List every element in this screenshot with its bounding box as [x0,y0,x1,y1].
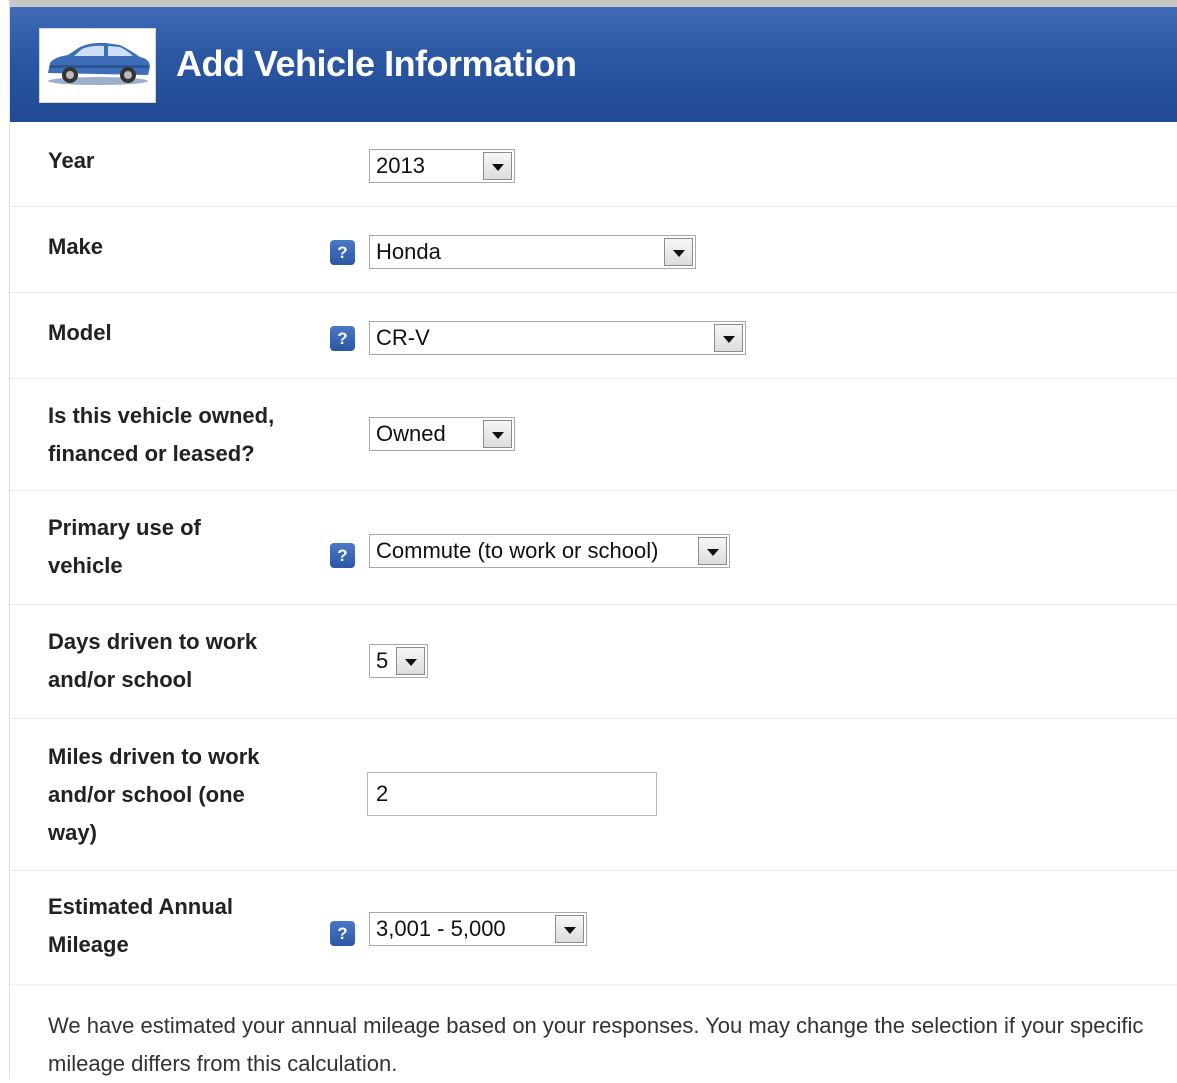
annual-mileage-select-value: 3,001 - 5,000 [376,916,506,941]
page-title: Add Vehicle Information [176,43,577,84]
make-select-value: Honda [376,239,441,264]
help-icon[interactable]: ? [330,326,355,351]
chevron-down-icon[interactable] [714,324,743,352]
make-row: Make ? Honda [10,207,1177,293]
help-icon[interactable]: ? [330,921,355,946]
annual-mileage-select[interactable]: 3,001 - 5,000 [369,912,587,946]
chevron-down-icon[interactable] [555,915,584,943]
year-label: Year [48,148,95,173]
ownership-label: Is this vehicle owned, financed or lease… [48,403,275,466]
model-select[interactable]: CR-V [369,321,746,355]
model-select-value: CR-V [376,325,430,350]
annual-mileage-label: Estimated Annual Mileage [48,894,233,957]
primary-use-select[interactable]: Commute (to work or school) [369,534,730,568]
primary-use-label: Primary use of vehicle [48,515,201,578]
miles-driven-input[interactable]: 2 [367,772,657,816]
mileage-estimate-note: We have estimated your annual mileage ba… [48,1013,1144,1076]
chevron-down-icon[interactable] [483,420,512,448]
year-row: Year 2013 [10,129,1177,207]
year-select-value: 2013 [376,153,425,178]
chevron-down-icon[interactable] [664,238,693,266]
days-driven-row: Days driven to work and/or school 5 [10,605,1177,719]
form-header: Add Vehicle Information [10,7,1177,122]
days-driven-label: Days driven to work and/or school [48,629,258,692]
primary-use-row: Primary use of vehicle ? Commute (to wor… [10,491,1177,605]
chevron-down-icon[interactable] [396,647,425,675]
days-driven-select-value: 5 [376,648,389,673]
primary-use-select-value: Commute (to work or school) [376,538,659,563]
make-label: Make [48,234,104,259]
help-icon[interactable]: ? [330,543,355,568]
chevron-down-icon[interactable] [483,152,512,180]
annual-mileage-row: Estimated Annual Mileage ? 3,001 - 5,000 [10,871,1177,985]
ownership-select-value: Owned [376,421,446,446]
miles-driven-label: Miles driven to work and/or school (one … [48,744,260,845]
days-driven-select[interactable]: 5 [369,644,428,678]
help-icon[interactable]: ? [330,240,355,265]
chevron-down-icon[interactable] [698,537,727,565]
model-label: Model [48,320,112,345]
model-row: Model ? CR-V [10,293,1177,379]
make-select[interactable]: Honda [369,235,696,269]
miles-driven-row: Miles driven to work and/or school (one … [10,719,1177,871]
ownership-select[interactable]: Owned [369,417,515,451]
vehicle-form-panel: Add Vehicle Information Year 2013 Make ?… [9,0,1177,1079]
miles-driven-input-value: 2 [376,781,389,806]
year-select[interactable]: 2013 [369,149,515,183]
car-icon [39,28,156,103]
ownership-row: Is this vehicle owned, financed or lease… [10,379,1177,491]
